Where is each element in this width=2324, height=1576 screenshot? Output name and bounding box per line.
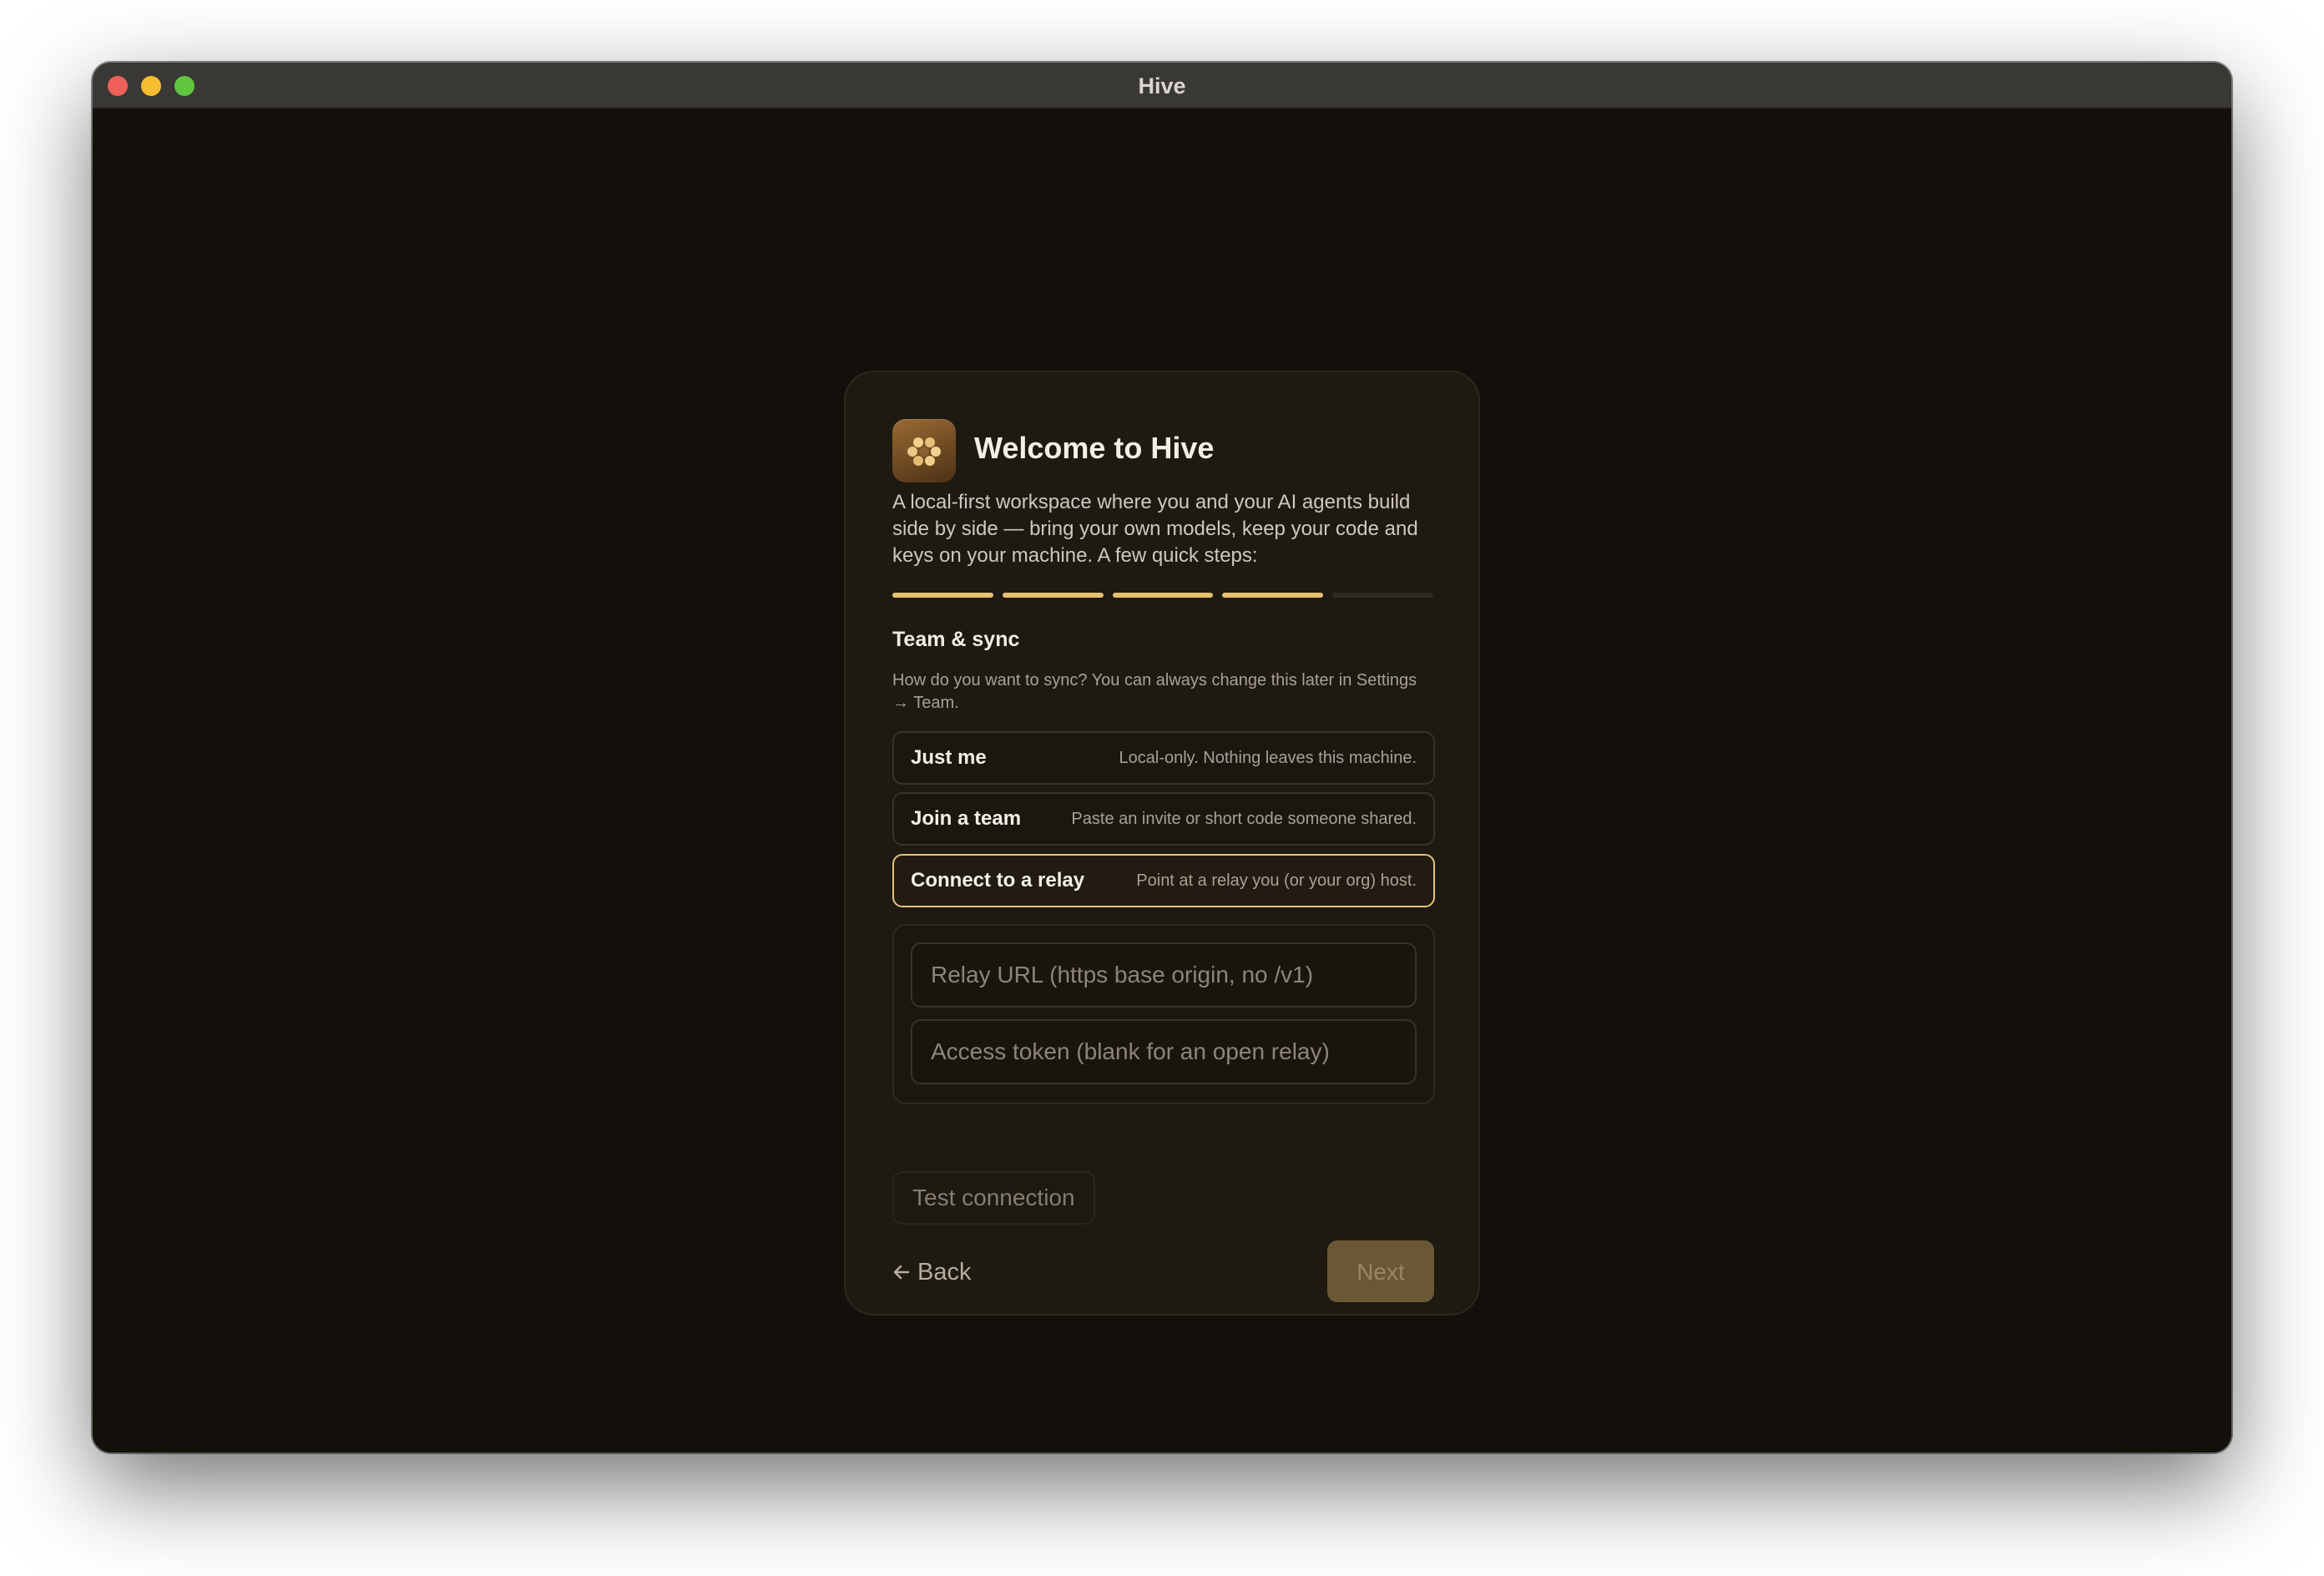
option-description: Local-only. Nothing leaves this machine. bbox=[1119, 748, 1417, 767]
honeycomb-icon bbox=[892, 419, 956, 482]
option-connect-relay[interactable]: Connect to a relay Point at a relay you … bbox=[892, 854, 1435, 907]
progress-segment bbox=[1112, 593, 1214, 598]
option-label: Connect to a relay bbox=[911, 869, 1085, 892]
onboarding-card: Welcome to Hive A local-first workspace … bbox=[844, 371, 1480, 1316]
option-join-team[interactable]: Join a team Paste an invite or short cod… bbox=[892, 792, 1435, 846]
step-title: Team & sync bbox=[892, 628, 1020, 651]
title-bar: Hive bbox=[93, 63, 2231, 109]
option-description: Paste an invite or short code someone sh… bbox=[1071, 809, 1417, 828]
app-window: Hive Welcome to Hive A local-first works… bbox=[93, 63, 2231, 1452]
step-progress bbox=[892, 593, 1433, 598]
back-label: Back bbox=[917, 1258, 972, 1286]
option-label: Join a team bbox=[911, 807, 1022, 830]
option-label: Just me bbox=[911, 746, 987, 769]
back-button[interactable]: Back bbox=[892, 1245, 971, 1299]
progress-segment bbox=[1002, 593, 1104, 598]
relay-url-input[interactable] bbox=[911, 942, 1417, 1008]
arrow-left-icon bbox=[892, 1263, 911, 1281]
welcome-title: Welcome to Hive bbox=[974, 431, 1215, 465]
intro-text: A local-first workspace where you and yo… bbox=[892, 491, 1418, 567]
window-content: Welcome to Hive A local-first workspace … bbox=[93, 109, 2231, 1452]
progress-segment bbox=[892, 593, 993, 598]
progress-segment bbox=[1222, 593, 1324, 598]
option-description: Point at a relay you (or your org) host. bbox=[1136, 871, 1417, 890]
access-token-input[interactable] bbox=[911, 1019, 1417, 1084]
step-description: How do you want to sync? You can always … bbox=[892, 671, 1417, 712]
progress-segment bbox=[1332, 593, 1433, 598]
relay-settings-panel bbox=[892, 924, 1435, 1104]
test-connection-button[interactable]: Test connection bbox=[892, 1171, 1095, 1225]
next-button[interactable]: Next bbox=[1327, 1240, 1434, 1302]
option-just-me[interactable]: Just me Local-only. Nothing leaves this … bbox=[892, 731, 1435, 785]
window-title: Hive bbox=[1138, 73, 1186, 98]
